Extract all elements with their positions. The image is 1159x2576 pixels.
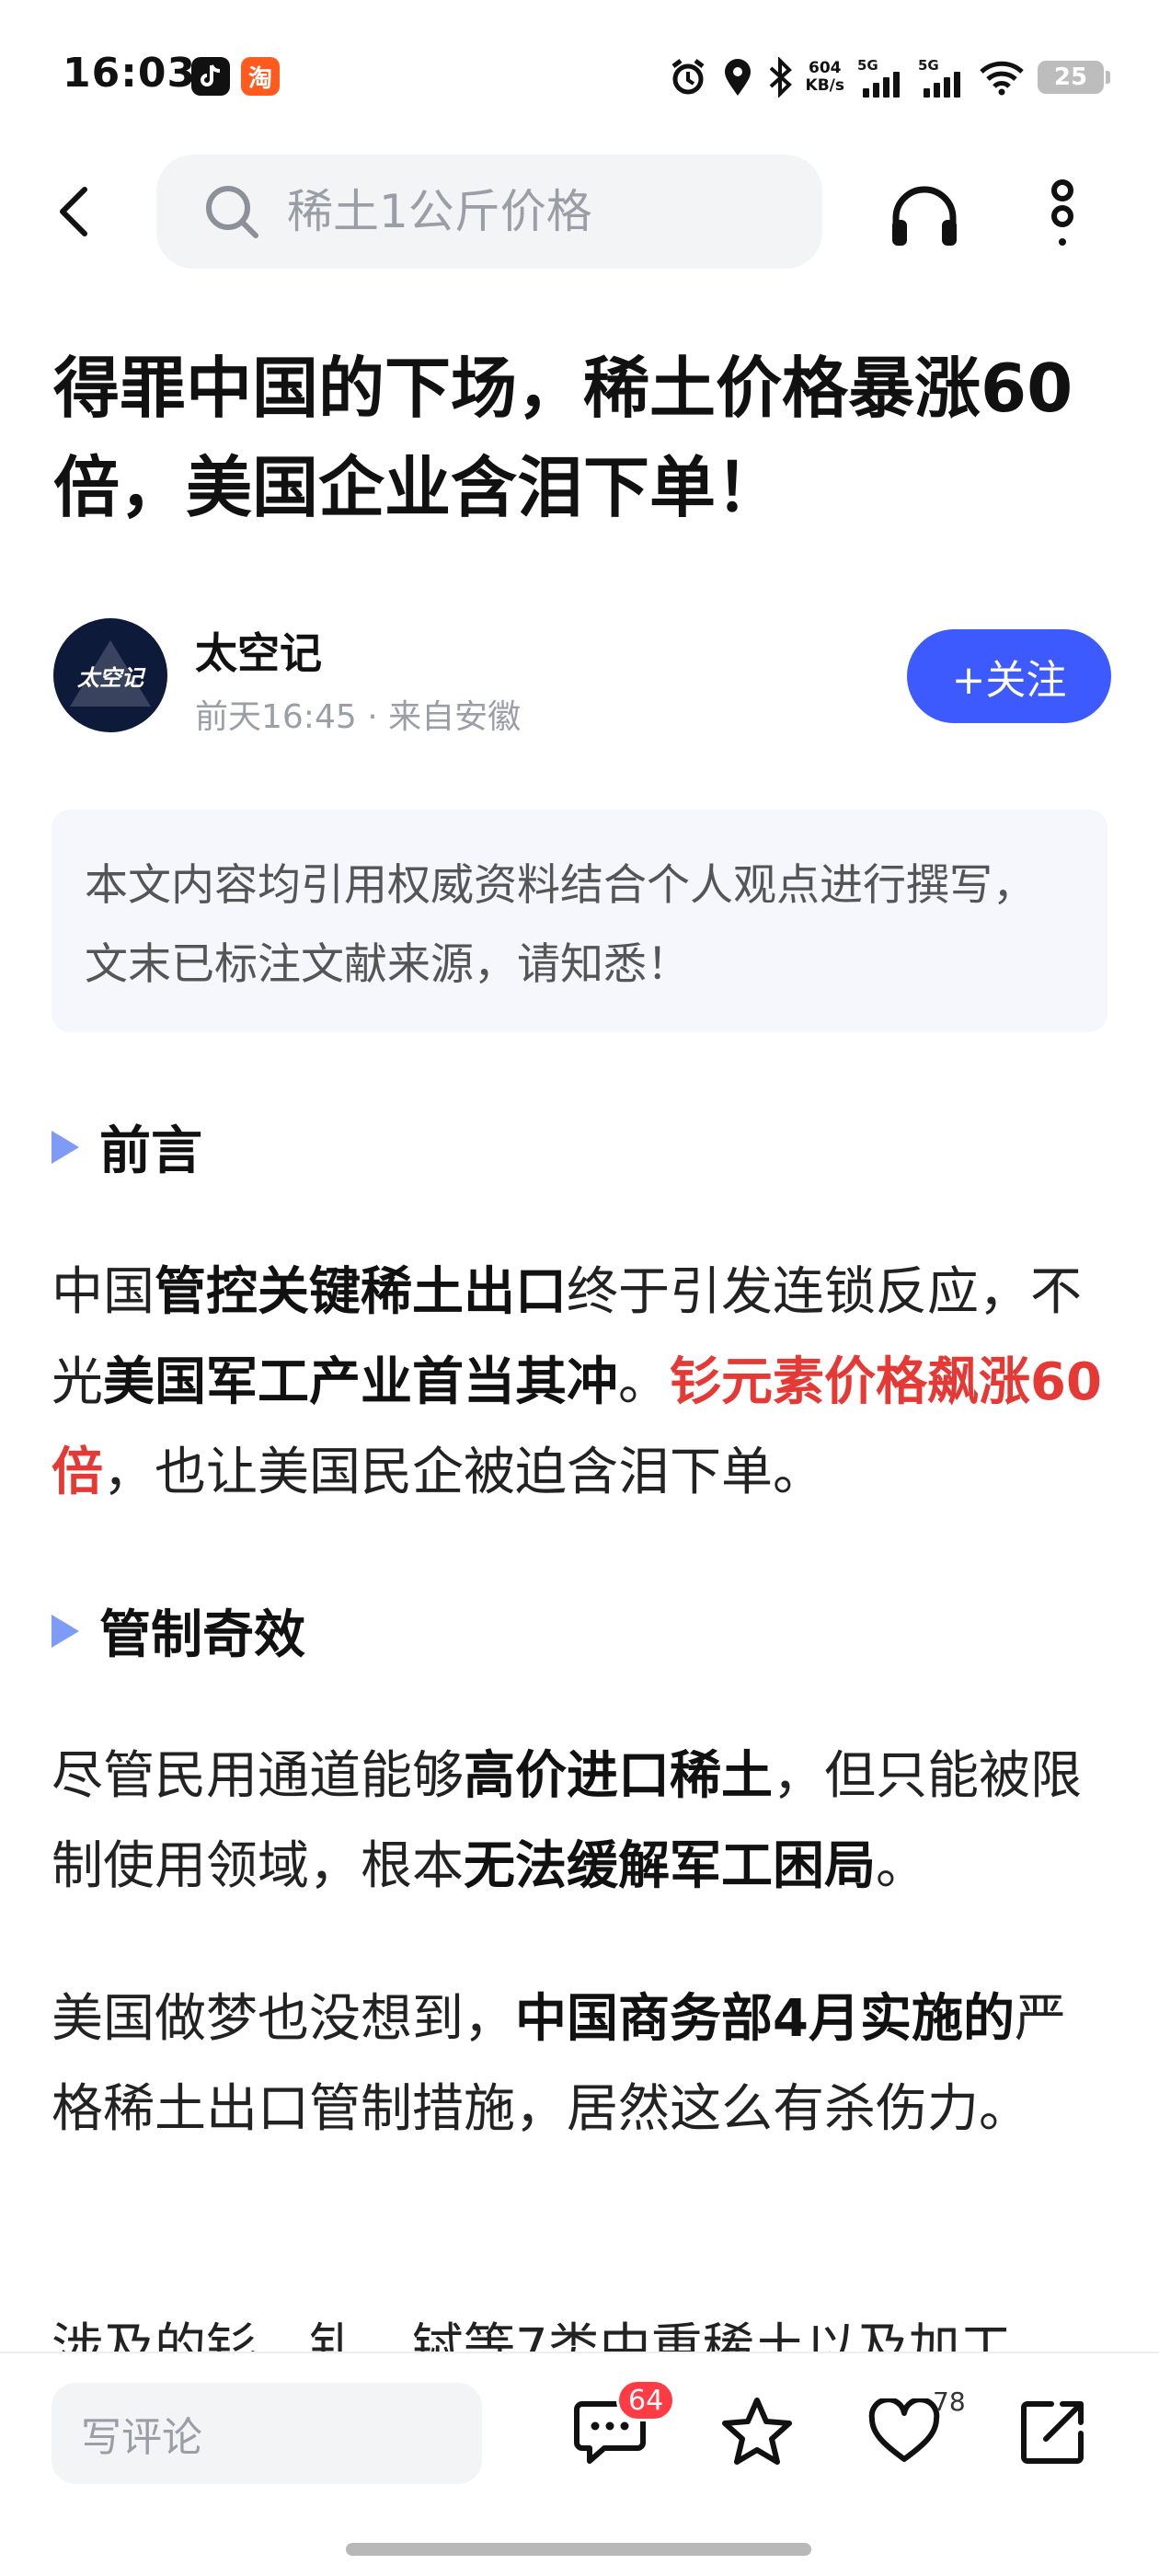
like-count: 78	[933, 2386, 966, 2417]
text-run: 中国	[52, 1262, 155, 1322]
bottom-action-bar: 写评论 64 78	[0, 2352, 1159, 2576]
more-vertical-icon	[1051, 179, 1073, 246]
tiktok-icon	[191, 57, 230, 96]
section-heading-text: 前言	[99, 1121, 202, 1181]
section-marker-icon	[52, 1130, 79, 1164]
follow-button[interactable]: +关注	[907, 629, 1111, 723]
section-heading-text: 管制奇效	[99, 1605, 305, 1665]
source-notice: 本文内容均引用权威资料结合个人观点进行撰写，文末已标注文献来源，请知悉！	[52, 810, 1107, 1032]
star-icon	[722, 2398, 792, 2465]
article-paragraph: 尽管民用通道能够高价进口稀土，但只能被限制使用领域，根本无法缓解军工困局。	[52, 1731, 1109, 1912]
author-avatar-text: 太空记	[77, 664, 143, 691]
article-paragraph: 美国做梦也没想到，中国商务部4月实施的严格稀土出口管制措施，居然这么有杀伤力。	[52, 1974, 1109, 2155]
signal-1-icon: 5G	[857, 57, 905, 98]
section-heading: 前言	[52, 1110, 202, 1184]
author-avatar[interactable]: 太空记	[53, 618, 167, 732]
share-button[interactable]	[1012, 2390, 1095, 2473]
battery-level: 25	[1053, 63, 1088, 91]
network-speed: 604 KB/s	[806, 60, 844, 95]
listen-button[interactable]	[883, 175, 966, 258]
back-button[interactable]	[37, 175, 110, 248]
author-name[interactable]: 太空记	[195, 620, 322, 681]
bold-text-run: 中国商务部4月实施的	[515, 1989, 1015, 2049]
text-run: 。	[876, 1836, 927, 1896]
location-icon	[721, 57, 754, 98]
publish-meta: 前天16:45 · 来自安徽	[195, 698, 522, 736]
back-arrow-icon	[60, 187, 87, 236]
battery-icon: 25	[1038, 61, 1110, 94]
bluetooth-icon	[767, 57, 793, 98]
wifi-icon	[979, 59, 1025, 96]
bold-text-run: 美国军工产业首当其冲	[103, 1352, 618, 1412]
section-marker-icon	[52, 1614, 79, 1648]
text-run: ，也让美国民企被迫含泪下单。	[103, 1443, 824, 1502]
more-options-button[interactable]	[1026, 175, 1099, 258]
status-time: 16:03	[63, 50, 197, 97]
bold-text-run: 无法缓解军工困局	[464, 1836, 876, 1896]
article-title: 得罪中国的下场，稀土价格暴涨60倍，美国企业含泪下单！	[53, 350, 1073, 526]
text-run: 。	[618, 1352, 670, 1412]
bold-text-run: 高价进口稀土	[464, 1746, 773, 1806]
comment-count-badge: 64	[616, 2379, 676, 2421]
alarm-icon	[668, 57, 708, 98]
author-row: 太空记 太空记 前天16:45 · 来自安徽 +关注	[53, 618, 1111, 736]
search-input[interactable]	[287, 185, 802, 238]
network-speed-value: 604	[809, 59, 842, 77]
text-run: 尽管民用通道能够	[52, 1746, 464, 1806]
text-run: 美国做梦也没想到，	[52, 1989, 515, 2049]
network-speed-unit: KB/s	[805, 76, 844, 95]
status-bar: 16:03 淘 604 KB/s 5G 5G 25	[0, 0, 1159, 156]
section-heading: 管制奇效	[52, 1593, 305, 1668]
headphones-icon	[892, 186, 957, 246]
search-icon	[206, 186, 258, 238]
taobao-icon: 淘	[241, 57, 280, 96]
heart-icon	[868, 2398, 940, 2462]
favorite-button[interactable]	[716, 2390, 798, 2473]
comment-input[interactable]: 写评论	[52, 2383, 482, 2484]
share-external-icon	[1021, 2401, 1084, 2464]
home-indicator[interactable]	[346, 2543, 811, 2556]
signal-2-icon: 5G	[918, 57, 966, 98]
top-nav	[0, 155, 1159, 270]
bold-text-run: 管控关键稀土出口	[155, 1262, 567, 1322]
search-bar[interactable]	[156, 155, 822, 269]
status-icons: 604 KB/s 5G 5G 25	[668, 52, 1110, 103]
article-paragraph: 中国管控关键稀土出口终于引发连锁反应，不光美国军工产业首当其冲。钐元素价格飙涨6…	[52, 1248, 1109, 1518]
